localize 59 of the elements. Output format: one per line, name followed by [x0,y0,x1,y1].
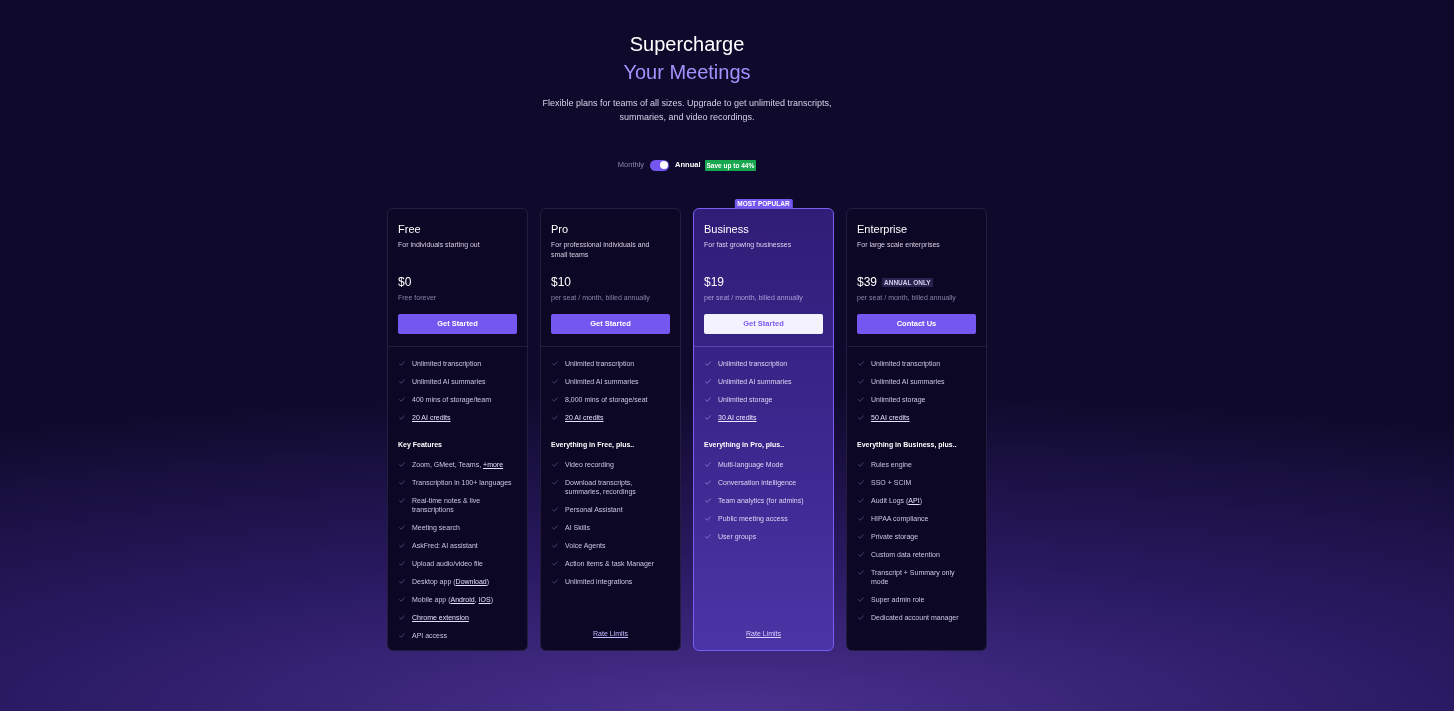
check-icon [858,615,864,620]
plan-name: Business [704,222,750,236]
check-icon [858,480,864,485]
check-icon [705,534,711,539]
check-icon [705,462,711,467]
plan-price: $0 [398,275,412,289]
plan-price: $10 [551,275,572,289]
check-icon [399,415,405,420]
check-icon [858,597,864,602]
check-icon [552,397,558,402]
check-icon [858,415,864,420]
check-icon [858,534,864,539]
page-title: Supercharge [629,32,745,57]
check-icon [552,579,558,584]
check-icon [399,633,405,638]
plan-name: Free [398,222,422,236]
plan-price: $19 [704,275,725,289]
check-icon [858,397,864,402]
check-icon [399,462,405,467]
check-icon [399,543,405,548]
check-icon [858,361,864,366]
page-description: Flexible plans for teams of all sizes. Upgrade to get unlimited transcripts, summaries, and video recordings. [541,97,833,124]
check-icon [858,498,864,503]
check-icon [399,579,405,584]
check-icon [858,570,864,575]
check-icon [858,552,864,557]
check-icon [552,379,558,384]
check-icon [399,379,405,384]
check-icon [399,615,405,620]
check-icon [552,543,558,548]
check-icon [552,480,558,485]
check-icon [705,379,711,384]
check-icon [399,397,405,402]
plan-name: Pro [551,222,570,236]
check-icon [705,480,711,485]
check-icon [552,462,558,467]
check-icon [552,415,558,420]
check-icon [552,561,558,566]
plan-name: Enterprise [857,222,909,236]
check-icon [858,462,864,467]
check-icon [399,561,405,566]
check-icon [399,597,405,602]
check-icon [399,480,405,485]
check-icon [705,415,711,420]
check-icon [552,507,558,512]
check-icon [705,397,711,402]
check-icon [552,361,558,366]
check-icon [705,498,711,503]
check-icon [399,498,405,503]
plan-price: $39 [857,275,878,289]
page-subtitle: Your Meetings [623,60,751,85]
check-icon [705,361,711,366]
check-icon [858,379,864,384]
check-icon [858,516,864,521]
check-icon [705,516,711,521]
check-icon [552,525,558,530]
check-icon [399,361,405,366]
billing-toggle[interactable] [650,159,670,171]
check-icon [399,525,405,530]
